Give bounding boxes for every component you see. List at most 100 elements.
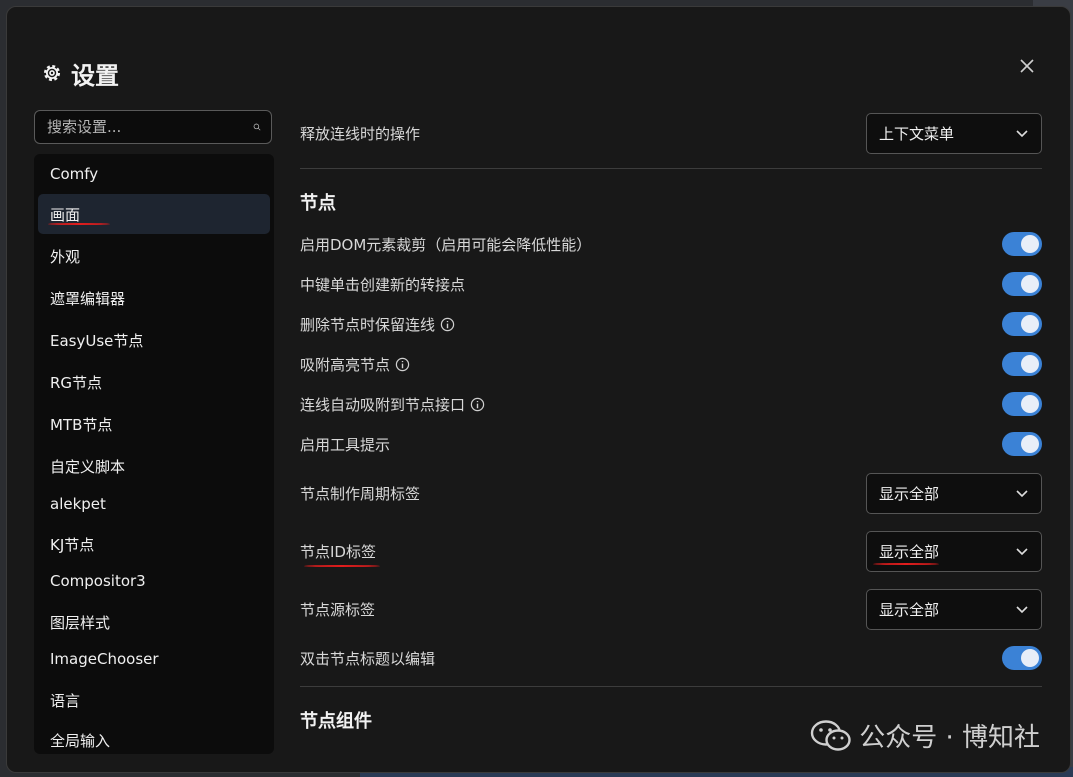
dialog-title: 设置 [71,61,119,90]
sidebar-item-mtb[interactable]: MTB节点 [38,404,270,444]
sidebar-item-appearance[interactable]: 外观 [38,236,270,276]
setting-label: 吸附高亮节点 [300,355,391,374]
sidebar-item-label: ImageChooser [50,650,159,668]
search-input[interactable] [35,118,253,136]
section-divider [300,686,1042,687]
section-title: 节点组件 [300,711,372,732]
tooltips-toggle[interactable] [1002,432,1042,456]
setting-row-tooltips: 启用工具提示 [300,424,1042,464]
chevron-down-icon [1016,490,1028,498]
setting-label: 连线自动吸附到节点接口 [300,395,466,414]
chevron-down-icon [1016,548,1028,556]
red-annotation-underline [873,562,939,565]
select-value: 上下文菜单 [879,124,955,143]
sidebar-item-easyuse[interactable]: EasyUse节点 [38,320,270,360]
sidebar-item-label: 外观 [50,247,81,266]
setting-row-keep-links: 删除节点时保留连线 [300,304,1042,344]
sidebar-item-label: EasyUse节点 [50,331,144,350]
sidebar-item-label: 自定义脚本 [50,457,126,476]
sidebar-item-kj[interactable]: KJ节点 [38,524,270,564]
link-release-select[interactable]: 上下文菜单 [866,112,1042,154]
sidebar-item-label: RG节点 [50,373,103,392]
sidebar-item-layer-style[interactable]: 图层样式 [38,602,270,642]
sidebar-item-global-input[interactable]: 全局输入 [38,720,270,754]
setting-label-group: 节点ID标签 [300,541,380,567]
sidebar-item-comfy[interactable]: Comfy [38,154,270,194]
close-icon [1020,59,1034,73]
setting-row-node-id-badge: 节点ID标签 显示全部 [300,522,1042,580]
setting-label: 启用DOM元素裁剪（启用可能会降低性能） [300,235,592,254]
sidebar-item-language[interactable]: 语言 [38,680,270,720]
setting-row-snap-highlight: 吸附高亮节点 [300,344,1042,384]
setting-row-lifecycle-badge: 节点制作周期标签 显示全部 [300,464,1042,522]
toggle-knob [1021,395,1039,413]
search-icon[interactable] [253,117,261,137]
dom-clipping-toggle[interactable] [1002,232,1042,256]
setting-label-group: 删除节点时保留连线 [300,314,455,335]
wechat-icon [811,719,851,751]
setting-row-dblclick-title: 双击节点标题以编辑 [300,638,1042,678]
setting-row-dom-clipping: 启用DOM元素裁剪（启用可能会降低性能） [300,224,1042,264]
sidebar-item-canvas[interactable]: 画面 [38,194,270,234]
sidebar-item-rg[interactable]: RG节点 [38,362,270,402]
red-annotation-underline [48,223,110,225]
sidebar-item-label: 画面 [50,205,81,224]
info-icon[interactable] [395,357,410,372]
close-button[interactable] [1012,51,1042,81]
sidebar-item-label: KJ节点 [50,535,95,554]
keep-links-toggle[interactable] [1002,312,1042,336]
sidebar-item-label: alekpet [50,495,106,513]
sidebar-item-label: Comfy [50,165,99,183]
setting-label-group: 连线自动吸附到节点接口 [300,394,485,415]
gear-icon [43,64,61,82]
select-value: 显示全部 [879,542,940,561]
setting-label: 释放连线时的操作 [300,124,421,143]
sidebar-item-label: 图层样式 [50,613,111,632]
settings-search [34,110,272,144]
setting-label: 节点源标签 [300,600,376,619]
chevron-down-icon [1016,130,1028,138]
select-value: 显示全部 [879,484,940,503]
setting-row-auto-snap-link: 连线自动吸附到节点接口 [300,384,1042,424]
chevron-down-icon [1016,606,1028,614]
sidebar-item-label: 遮罩编辑器 [50,289,126,308]
toggle-knob [1021,315,1039,333]
watermark-text: 公众号 · 博知社 [859,723,1040,753]
setting-label: 删除节点时保留连线 [300,315,436,334]
settings-content: 释放连线时的操作 上下文菜单 节点 启用DOM元素裁剪（启用可能会降低性能） 中… [300,107,1042,767]
wechat-watermark: 公众号 · 博知社 [809,717,1040,754]
dblclick-title-toggle[interactable] [1002,646,1042,670]
node-source-badge-select[interactable]: 显示全部 [866,588,1042,630]
setting-label: 节点ID标签 [300,542,376,561]
toggle-knob [1021,435,1039,453]
auto-snap-link-toggle[interactable] [1002,392,1042,416]
lifecycle-badge-select[interactable]: 显示全部 [866,472,1042,514]
toggle-knob [1021,355,1039,373]
select-value: 显示全部 [879,600,940,619]
section-title: 节点 [300,193,336,214]
sidebar-item-mask-editor[interactable]: 遮罩编辑器 [38,278,270,318]
sidebar-item-custom-scripts[interactable]: 自定义脚本 [38,446,270,486]
settings-dialog: 设置 Comfy 画面 外观 遮罩编辑器 EasyUse节点 RG节点 [6,6,1071,773]
info-icon[interactable] [440,317,455,332]
sidebar-item-imagechooser[interactable]: ImageChooser [38,639,270,679]
setting-label: 启用工具提示 [300,435,391,454]
node-id-badge-select[interactable]: 显示全部 [866,530,1042,572]
sidebar-item-label: 全局输入 [50,731,111,750]
toggle-knob [1021,235,1039,253]
dialog-header: 设置 [41,55,119,91]
middle-click-reroute-toggle[interactable] [1002,272,1042,296]
sidebar-item-label: Compositor3 [50,572,146,590]
setting-row-link-release: 释放连线时的操作 上下文菜单 [300,110,1042,156]
sidebar-item-alekpet[interactable]: alekpet [38,484,270,524]
info-icon[interactable] [470,397,485,412]
sidebar-item-compositor3[interactable]: Compositor3 [38,561,270,601]
snap-highlight-toggle[interactable] [1002,352,1042,376]
settings-category-list: Comfy 画面 外观 遮罩编辑器 EasyUse节点 RG节点 MTB节点 自… [34,154,274,754]
red-annotation-underline [304,564,380,567]
section-header-node: 节点 [300,185,1042,219]
section-divider [300,168,1042,169]
setting-label: 双击节点标题以编辑 [300,649,436,668]
setting-label: 节点制作周期标签 [300,484,421,503]
setting-row-middle-click-reroute: 中键单击创建新的转接点 [300,264,1042,304]
